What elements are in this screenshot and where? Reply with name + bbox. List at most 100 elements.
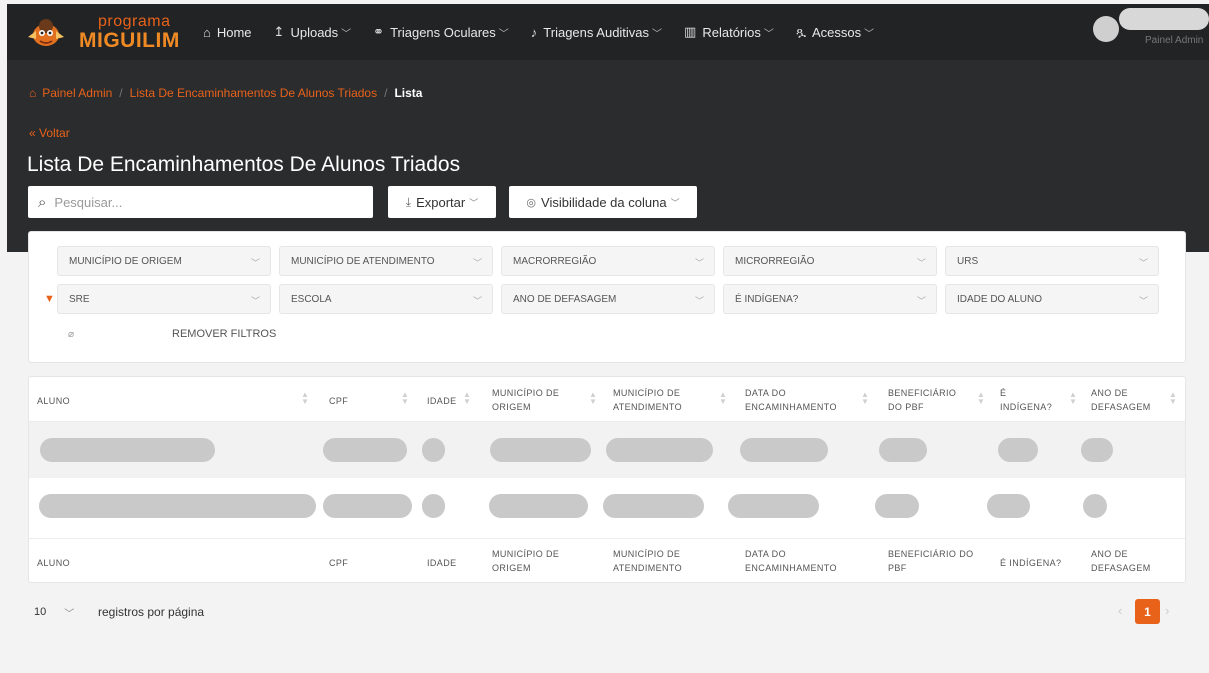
chevron-down-icon: ﹀: [250, 296, 260, 306]
chart-icon: ▥: [684, 24, 697, 39]
col-header-indigena[interactable]: É INDÍGENA?: [1000, 386, 1060, 414]
table-row-loading: [29, 422, 1185, 478]
skeleton-cell: [40, 438, 215, 462]
skeleton-cell: [606, 438, 713, 462]
pagination-page-current[interactable]: 1: [1135, 599, 1160, 624]
skeleton-cell: [422, 494, 445, 518]
brand-logo[interactable]: programa MIGUILIM: [24, 12, 179, 54]
col-header-cpf[interactable]: CPF: [329, 394, 348, 408]
sort-icon[interactable]: ▲ ▼: [401, 391, 409, 406]
filter-label: URS: [957, 255, 979, 267]
filter-label: ESCOLA: [291, 293, 332, 305]
col-header-ano-defasagem[interactable]: ANO DE DEFASAGEM: [1091, 386, 1153, 414]
skeleton-cell: [603, 494, 704, 518]
search-icon: ⌕: [38, 193, 47, 211]
skeleton-cell: [987, 494, 1030, 518]
chevron-down-icon: ﹀: [916, 258, 926, 268]
chevron-down-icon: ﹀: [694, 258, 704, 268]
chevron-down-icon: ﹀: [864, 28, 875, 40]
remove-filters-button[interactable]: REMOVER FILTROS: [172, 328, 276, 340]
filter-municipio-origem[interactable]: MUNICÍPIO DE ORIGEM ﹀: [57, 246, 271, 276]
chevron-down-icon: ﹀: [250, 258, 260, 268]
filter-urs[interactable]: URS ﹀: [945, 246, 1159, 276]
eraser-icon: ⌀: [68, 329, 75, 340]
nav-uploads-label: Uploads: [290, 24, 339, 40]
hearing-icon: ♪: [530, 24, 538, 40]
sort-icon[interactable]: ▲ ▼: [589, 391, 597, 406]
table-row-loading: [29, 478, 1185, 538]
column-visibility-button[interactable]: ◎ Visibilidade da coluna ﹀: [509, 186, 697, 218]
nav-acessos-label: Acessos: [811, 24, 862, 40]
filter-idade-aluno[interactable]: IDADE DO ALUNO ﹀: [945, 284, 1159, 314]
filter-icon: ▼: [44, 293, 55, 305]
back-label: Voltar: [39, 126, 70, 140]
filter-escola[interactable]: ESCOLA ﹀: [279, 284, 493, 314]
breadcrumb-item[interactable]: Lista De Encaminhamentos De Alunos Triad…: [130, 86, 377, 100]
col-header-idade[interactable]: IDADE: [427, 394, 457, 408]
filter-macrorregiao[interactable]: MACRORREGIÃO ﹀: [501, 246, 715, 276]
mascot-icon: [28, 19, 64, 46]
back-link[interactable]: « Voltar: [29, 126, 70, 140]
skeleton-cell: [422, 438, 445, 462]
col-header-municipio-atendimento[interactable]: MUNICÍPIO DE ATENDIMENTO: [613, 386, 703, 414]
col-header-data-encaminhamento[interactable]: DATA DO ENCAMINHAMENTO: [745, 386, 855, 414]
user-role: Painel Admin: [1145, 35, 1204, 46]
data-table: ALUNO ▲ ▼ CPF ▲ ▼ IDADE ▲ ▼ MUNICÍPIO DE OR…: [28, 376, 1186, 583]
chevron-down-icon: ﹀: [1138, 258, 1148, 268]
sort-icon[interactable]: ▲ ▼: [1069, 391, 1077, 406]
per-page-select[interactable]: 10 ﹀: [28, 601, 86, 623]
nav-relatorios[interactable]: ▥ Relatórios ﹀: [684, 24, 774, 40]
filters-panel: MUNICÍPIO DE ORIGEM ﹀ MUNICÍPIO DE ATENDI…: [28, 231, 1186, 363]
filter-label: ANO DE DEFASAGEM: [513, 293, 617, 305]
chevron-down-icon: ﹀: [694, 296, 704, 306]
download-icon: ⤓: [405, 194, 412, 209]
breadcrumb-current: Lista: [394, 86, 423, 100]
export-button[interactable]: ⤓ Exportar ﹀: [388, 186, 496, 218]
chevron-down-icon: ﹀: [64, 608, 75, 620]
filter-label: É INDÍGENA?: [735, 293, 799, 305]
sort-icon[interactable]: ▲ ▼: [301, 391, 309, 406]
page-header: ⌂ Painel Admin / Lista De Encaminhamento…: [7, 60, 1209, 252]
nav-triagens-oculares[interactable]: ⚭ Triagens Oculares ﹀: [373, 24, 509, 40]
skeleton-cell: [490, 438, 591, 462]
chevron-down-icon: ﹀: [1138, 296, 1148, 306]
sort-icon[interactable]: ▲ ▼: [1169, 391, 1177, 406]
breadcrumb-item[interactable]: Painel Admin: [42, 86, 112, 100]
sort-icon[interactable]: ▲ ▼: [977, 391, 985, 406]
col-header-municipio-origem[interactable]: MUNICÍPIO DE ORIGEM: [492, 386, 572, 414]
pagination-prev-icon[interactable]: ‹: [1118, 603, 1122, 618]
skeleton-cell: [998, 438, 1038, 462]
export-label: Exportar: [416, 194, 466, 210]
skeleton-cell: [323, 438, 407, 462]
nav-home[interactable]: ⌂ Home: [203, 25, 252, 40]
column-visibility-label: Visibilidade da coluna: [541, 194, 667, 210]
nav-triagens-auditivas[interactable]: ♪ Triagens Auditivas ﹀: [531, 25, 662, 40]
col-header-beneficiario-pbf[interactable]: BENEFICIÁRIO DO PBF: [888, 386, 968, 414]
skeleton-cell: [323, 494, 412, 518]
avatar[interactable]: [1093, 16, 1119, 42]
filter-indigena[interactable]: É INDÍGENA? ﹀: [723, 284, 937, 314]
col-header-aluno[interactable]: ALUNO: [37, 394, 70, 408]
user-name-placeholder[interactable]: [1119, 8, 1209, 30]
home-icon: ⌂: [203, 24, 211, 40]
home-icon[interactable]: ⌂: [29, 86, 36, 100]
filter-municipio-atendimento[interactable]: MUNICÍPIO DE ATENDIMENTO ﹀: [279, 246, 493, 276]
filter-microrregiao[interactable]: MICRORREGIÃO ﹀: [723, 246, 937, 276]
pagination-next-icon[interactable]: ›: [1165, 603, 1169, 618]
pagination-bar: 10 ﹀ registros por página: [28, 601, 204, 623]
search-input[interactable]: [54, 194, 345, 210]
sort-icon[interactable]: ▲ ▼: [719, 391, 727, 406]
nav-acessos[interactable]: ጿ Acessos ﹀: [796, 24, 874, 40]
nav-triagens-auditivas-label: Triagens Auditivas: [543, 24, 650, 40]
filter-label: MUNICÍPIO DE ORIGEM: [69, 255, 182, 267]
chevron-down-icon: ﹀: [341, 28, 352, 40]
nav-uploads[interactable]: ↥ Uploads ﹀: [274, 24, 352, 40]
table-footer-row: ALUNO CPF IDADE MUNICÍPIO DE ORIGEM MUNI…: [29, 538, 1185, 582]
filter-sre[interactable]: SRE ﹀: [57, 284, 271, 314]
search-box: ⌕: [28, 186, 373, 218]
sort-icon[interactable]: ▲ ▼: [861, 391, 869, 406]
page-title: Lista De Encaminhamentos De Alunos Triad…: [27, 153, 461, 176]
filter-ano-defasagem[interactable]: ANO DE DEFASAGEM ﹀: [501, 284, 715, 314]
skeleton-cell: [728, 494, 819, 518]
sort-icon[interactable]: ▲ ▼: [463, 391, 471, 406]
